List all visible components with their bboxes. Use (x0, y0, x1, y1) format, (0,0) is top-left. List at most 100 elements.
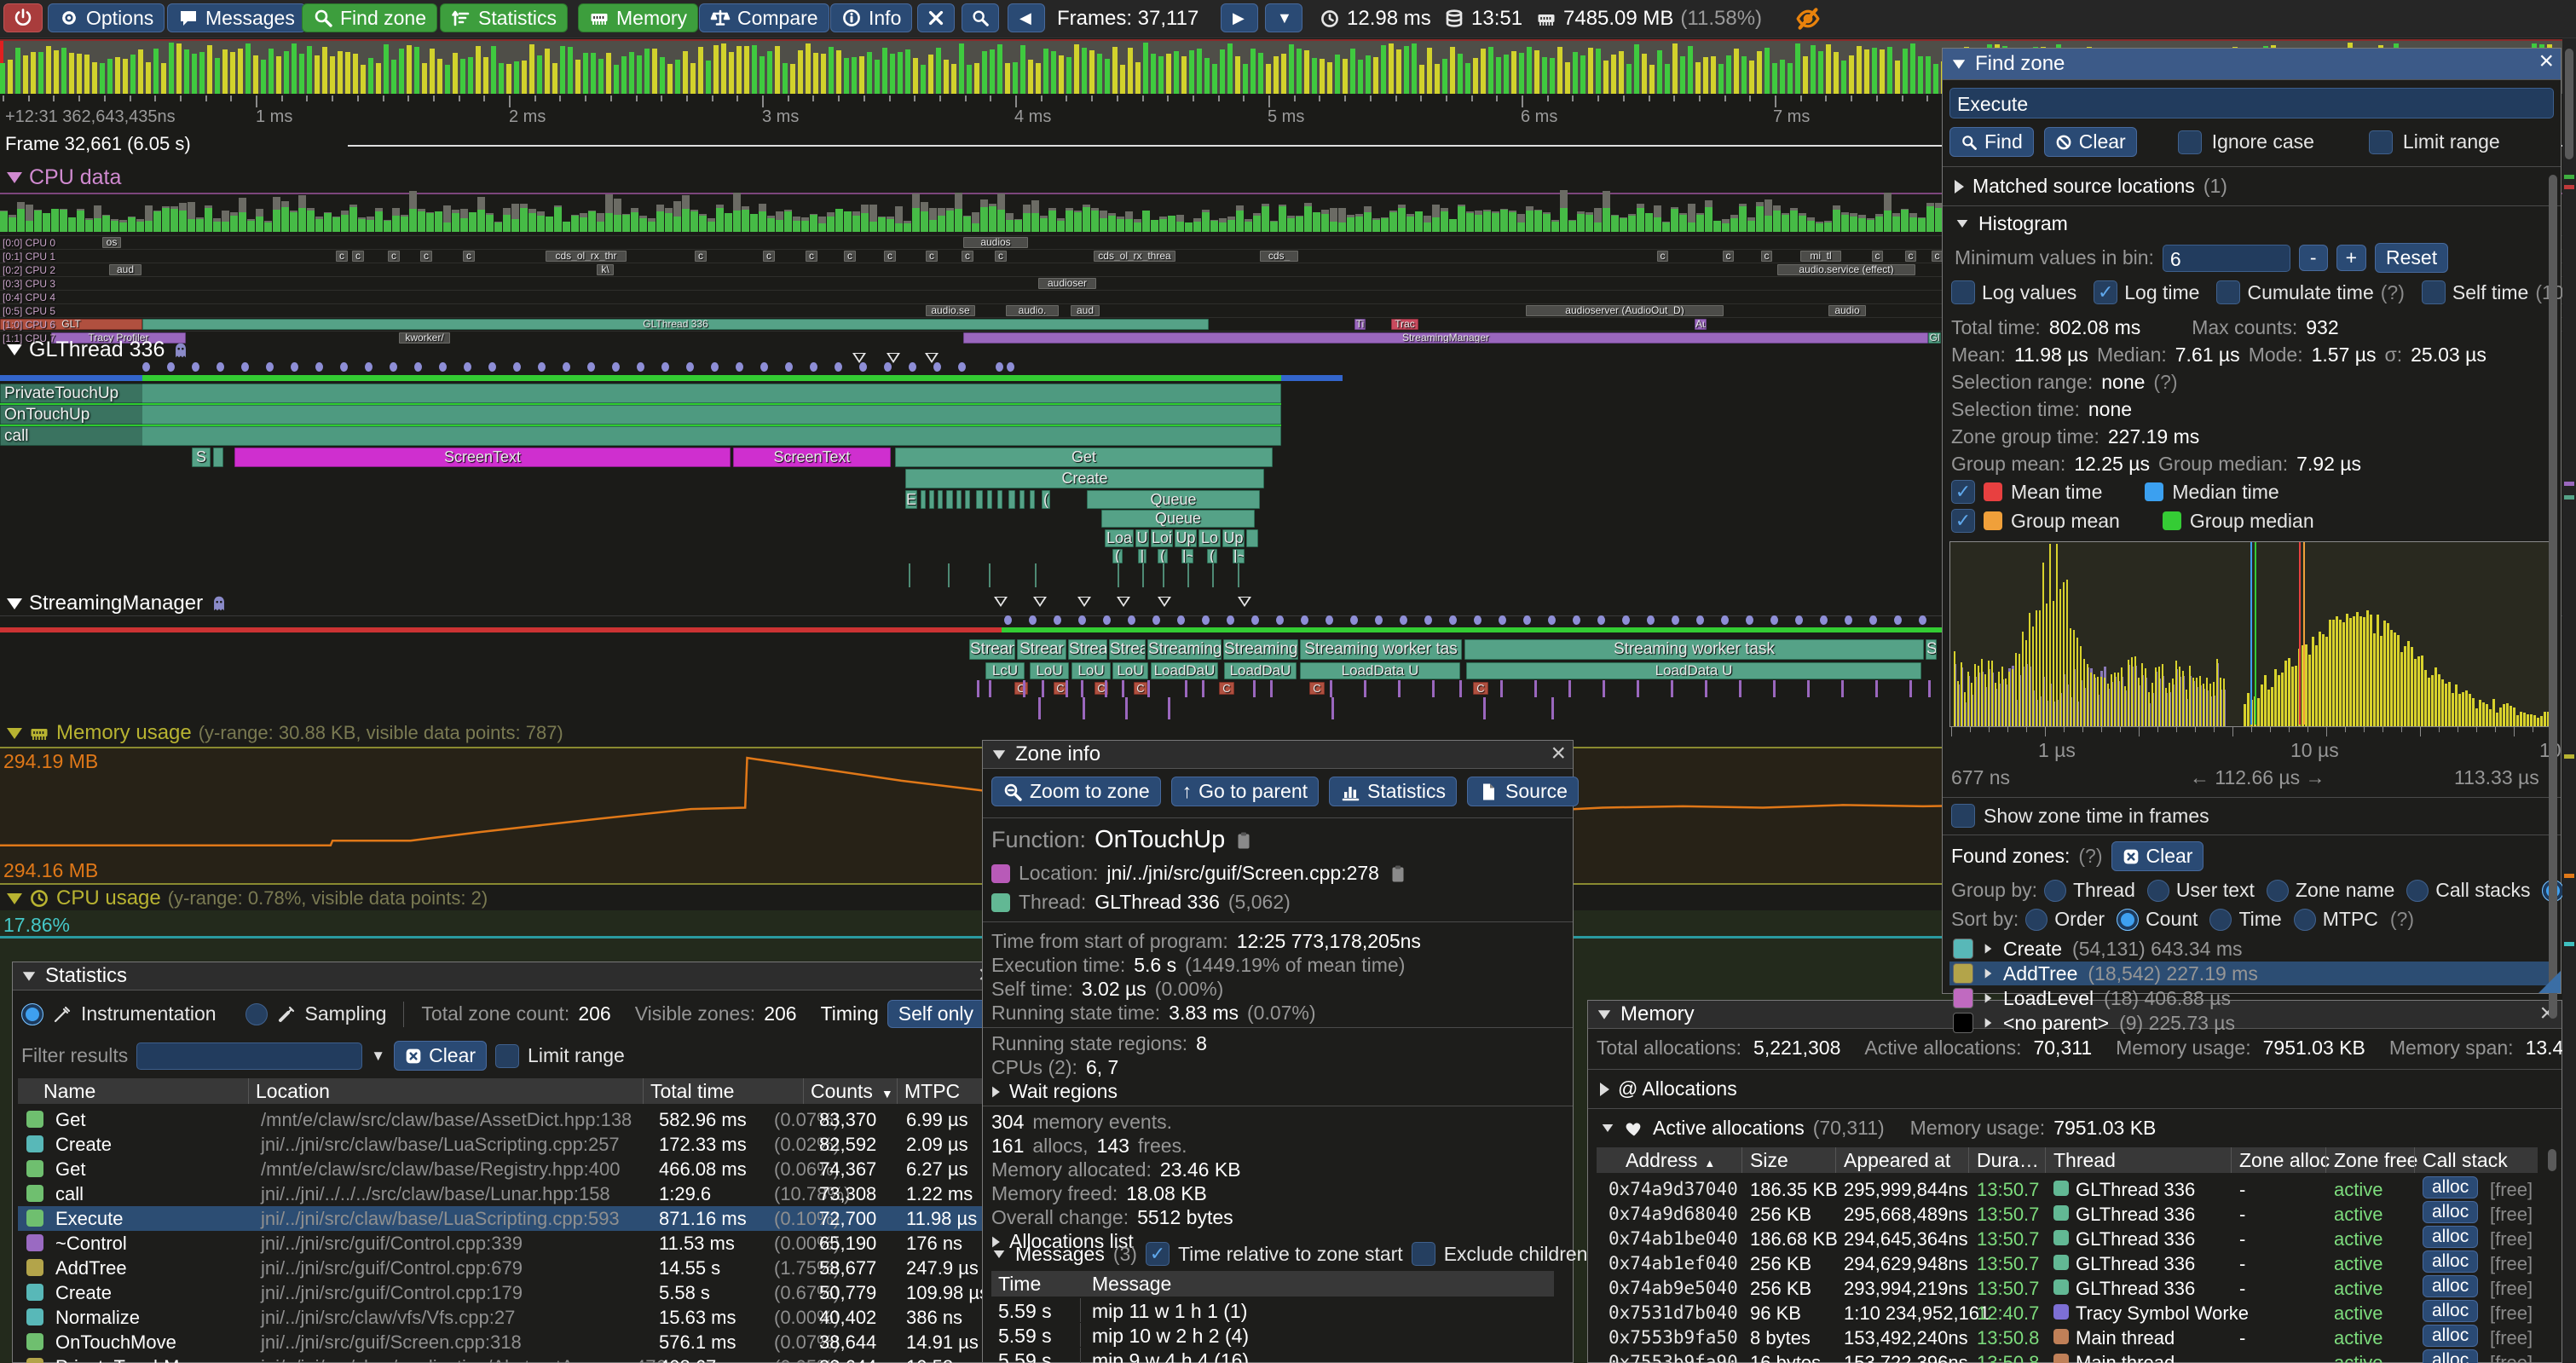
info-button[interactable]: Info (830, 3, 912, 32)
sample-dot[interactable] (142, 362, 150, 372)
zone[interactable] (1019, 490, 1025, 509)
funnel-icon[interactable]: ▼ (371, 1048, 385, 1065)
sort-by-radio-mtpc[interactable] (2294, 909, 2316, 931)
sample-dot[interactable] (661, 362, 669, 372)
zone[interactable]: ScreenText (733, 448, 891, 467)
sort-by-radio-time[interactable] (2209, 909, 2232, 931)
sample-dot[interactable] (1078, 615, 1086, 625)
zone[interactable]: Loi (1151, 529, 1173, 547)
exclude-children-checkbox[interactable] (1412, 1242, 1435, 1266)
column-header[interactable]: Address▲ (1626, 1149, 1715, 1172)
zone[interactable]: ( (1112, 549, 1123, 563)
sample-dot[interactable] (1795, 615, 1803, 625)
sampling-radio[interactable] (245, 1003, 268, 1025)
table-row[interactable]: calljni/../jni/../../../src/claw/base/Lu… (18, 1181, 986, 1206)
zone[interactable]: Trac (1391, 319, 1418, 330)
zone[interactable]: | (1138, 549, 1146, 563)
sample-dot[interactable] (1400, 615, 1407, 625)
column-header[interactable]: Zone alloc (2239, 1149, 2330, 1172)
zoom-to-zone-button[interactable]: Zoom to zone (991, 777, 1161, 806)
sample-dot[interactable] (563, 362, 570, 372)
sample-dot[interactable] (1227, 615, 1234, 625)
found-zone-group-row[interactable]: <no parent>(9) 225.73 µs (1949, 1011, 2554, 1035)
collapse-arrow-icon[interactable] (994, 1250, 1005, 1257)
zone[interactable]: LcU (985, 662, 1025, 679)
zone-marker-icon[interactable] (1158, 597, 1171, 607)
sample-dot[interactable] (711, 362, 719, 372)
alloc-callstack-button[interactable]: alloc (2423, 1250, 2478, 1273)
zone[interactable] (1030, 490, 1035, 509)
zone[interactable]: c (763, 251, 775, 262)
zone[interactable] (0, 426, 1281, 446)
zone[interactable]: E (905, 490, 917, 509)
sample-dot[interactable] (1350, 615, 1358, 625)
time-relative-checkbox[interactable]: ✓ (1146, 1242, 1170, 1266)
zone[interactable] (987, 490, 992, 509)
sample-dot[interactable] (637, 362, 644, 372)
zone[interactable]: ( (1207, 549, 1217, 563)
zone[interactable]: c (336, 251, 348, 262)
sample-dot[interactable] (414, 362, 422, 372)
zone[interactable]: c (995, 251, 1007, 262)
table-row[interactable]: Get/mnt/e/claw/src/claw/base/AssetDict.h… (18, 1107, 986, 1132)
zone[interactable]: c (806, 251, 817, 262)
next-frame-button[interactable]: ▶ (1221, 3, 1258, 32)
reset-button[interactable]: Reset (2375, 243, 2448, 273)
zone[interactable]: Au (1695, 319, 1707, 330)
cumulate-time-checkbox[interactable] (2216, 280, 2240, 304)
zone[interactable]: audioserver (AudioOut_D) (1526, 305, 1724, 316)
table-row[interactable]: Createjni/../jni/src/guif/Control.cpp:17… (18, 1280, 986, 1305)
zone[interactable]: aud (1071, 305, 1100, 316)
sample-dot[interactable] (1054, 615, 1061, 625)
zone[interactable]: St (1926, 639, 1937, 660)
sample-dot[interactable] (1128, 615, 1135, 625)
column-header[interactable]: Counts▼ (811, 1080, 893, 1103)
zone[interactable]: c (1723, 251, 1734, 262)
zone-marker-icon[interactable] (1238, 597, 1251, 607)
sample-dot[interactable] (390, 362, 397, 372)
show-zone-time-checkbox[interactable] (1951, 804, 1975, 828)
zone[interactable]: ( (1042, 490, 1050, 509)
alloc-callstack-button[interactable]: alloc (2423, 1201, 2478, 1223)
message-row[interactable]: 5.59 smip 10 w 2 h 2 (4) (991, 1323, 1554, 1347)
table-row[interactable]: 0x74ab1be040186.68 KB294,645,364ns13:50.… (1597, 1226, 2538, 1250)
sample-dot[interactable] (1647, 615, 1655, 625)
sample-dot[interactable] (958, 362, 966, 372)
column-header[interactable]: MTPC (904, 1080, 960, 1103)
table-row[interactable]: Executejni/../jni/src/claw/base/LuaScrip… (18, 1206, 986, 1231)
go-to-parent-button[interactable]: ↑Go to parent (1171, 777, 1319, 806)
zone[interactable] (921, 490, 926, 509)
table-row[interactable]: Createjni/../jni/src/claw/base/LuaScript… (18, 1132, 986, 1157)
matched-locations-toggle[interactable]: Matched source locations (1) (1955, 175, 2227, 198)
sample-dot[interactable] (686, 362, 694, 372)
zone-info-panel-header[interactable]: Zone info × (983, 741, 1573, 769)
sample-dot[interactable] (1474, 615, 1481, 625)
histogram-toggle[interactable]: Histogram (1955, 212, 2068, 235)
zone[interactable]: os (102, 237, 121, 248)
sample-dot[interactable] (439, 362, 447, 372)
filter-input[interactable] (136, 1042, 362, 1070)
sample-dot[interactable] (1696, 615, 1704, 625)
column-header[interactable]: Dura… (1977, 1149, 2039, 1172)
zone[interactable]: c (695, 251, 707, 262)
zone[interactable]: Streaming (1147, 639, 1222, 660)
sample-dot[interactable] (513, 362, 521, 372)
sample-dot[interactable] (241, 362, 249, 372)
message-row[interactable]: 5.59 smip 11 w 1 h 1 (1) (991, 1298, 1554, 1322)
zone[interactable] (956, 490, 962, 509)
zone[interactable]: c (463, 251, 475, 262)
zone[interactable]: c (962, 251, 973, 262)
sample-dot[interactable] (1326, 615, 1333, 625)
zone[interactable]: c (352, 251, 364, 262)
table-row[interactable]: Get/mnt/e/claw/src/claw/base/Registry.hp… (18, 1157, 986, 1181)
sample-dot[interactable] (835, 362, 842, 372)
statistics-table-header[interactable]: NameLocationTotal timeCounts▼MTPC (18, 1078, 986, 1104)
zone[interactable]: Loa (1105, 529, 1134, 547)
sample-dot[interactable] (1177, 615, 1185, 625)
sample-dot[interactable] (1004, 615, 1012, 625)
zone[interactable]: Ti (1354, 319, 1366, 330)
zone[interactable] (1246, 529, 1258, 547)
sort-by-radio-order[interactable] (2025, 909, 2048, 931)
sample-dot[interactable] (1548, 615, 1556, 625)
sample-dot[interactable] (1449, 615, 1457, 625)
